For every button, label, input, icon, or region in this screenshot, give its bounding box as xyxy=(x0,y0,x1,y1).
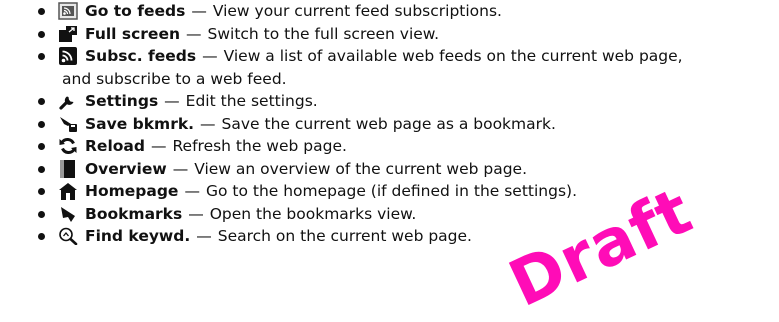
separator: — xyxy=(164,92,180,110)
list-item-full-screen: Full screen — Switch to the full screen vi… xyxy=(0,23,779,46)
item-description: Switch to the full screen view. xyxy=(207,24,440,43)
bullet xyxy=(38,30,45,38)
feeds-icon xyxy=(58,2,78,20)
bullet xyxy=(38,8,45,15)
list-item-subsc-feeds: Subsc. feeds — View a list of available we… xyxy=(0,45,779,90)
list-item-go-to-feeds: Go to feeds — View your current feed subsc… xyxy=(0,0,779,23)
item-label: Overview xyxy=(85,159,167,178)
separator: — xyxy=(196,227,212,245)
item-description: Save the current web page as a bookmark. xyxy=(221,114,556,133)
separator: — xyxy=(191,2,207,20)
bullet xyxy=(38,210,45,218)
separator: — xyxy=(150,137,167,155)
item-label: Settings xyxy=(85,92,159,110)
item-label: Go to feeds xyxy=(85,2,186,20)
save-bookmark-icon xyxy=(58,115,78,133)
item-description: View your current feed subscriptions. xyxy=(212,2,502,20)
bullet xyxy=(38,165,45,173)
bullet xyxy=(38,188,45,195)
bullet xyxy=(38,233,45,240)
bullet xyxy=(38,143,45,150)
item-label: Full screen xyxy=(85,24,180,43)
item-description: View an overview of the current web page… xyxy=(194,159,528,178)
separator: — xyxy=(172,159,189,178)
separator: — xyxy=(202,47,218,65)
reload-icon xyxy=(58,137,78,155)
item-label: Find keywd. xyxy=(85,227,191,245)
item-label: Subsc. feeds xyxy=(85,47,197,65)
item-description: Go to the homepage (if defined in the se… xyxy=(205,182,578,200)
bookmark-icon xyxy=(58,205,78,223)
bullet xyxy=(38,53,45,60)
separator: — xyxy=(184,182,200,200)
bullet xyxy=(38,98,45,105)
list-item-overview: Overview — View an overview of the current… xyxy=(0,158,779,181)
item-label: Bookmarks xyxy=(85,204,183,223)
full-screen-icon xyxy=(58,25,78,43)
item-description: Refresh the web page. xyxy=(172,137,347,155)
list-item-settings: Settings — Edit the settings. xyxy=(0,90,779,113)
home-icon xyxy=(58,182,78,200)
bullet xyxy=(38,120,45,128)
item-description-continued: and subscribe to a web feed. xyxy=(62,69,287,88)
item-label: Save bkmrk. xyxy=(85,114,195,133)
list-item-reload: Reload — Refresh the web page. xyxy=(0,135,779,158)
separator: — xyxy=(200,114,216,133)
item-description: Search on the current web page. xyxy=(217,227,472,245)
item-description: Edit the settings. xyxy=(185,92,318,110)
item-label: Homepage xyxy=(85,182,179,200)
item-description: View a list of available web feeds on th… xyxy=(223,47,683,65)
overview-icon xyxy=(58,159,78,178)
separator: — xyxy=(186,24,202,43)
separator: — xyxy=(188,204,204,223)
list-item-save-bookmark: Save bkmrk. — Save the current web page as… xyxy=(0,113,779,136)
find-keyword-icon xyxy=(58,227,78,245)
item-description: Open the bookmarks view. xyxy=(209,204,417,223)
wrench-icon xyxy=(58,92,78,110)
rss-icon xyxy=(58,47,78,65)
item-label: Reload xyxy=(85,137,145,155)
